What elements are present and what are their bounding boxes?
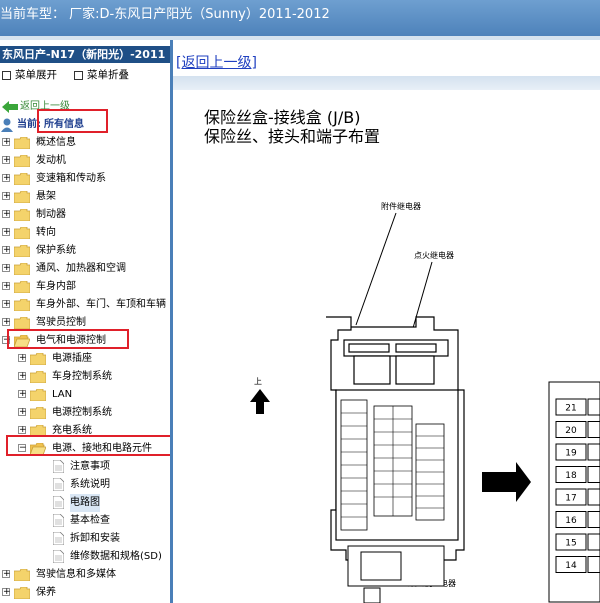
top-bar: 当前车型： 厂家:D-东风日产阳光（Sunny）2011-2012 (0, 0, 600, 40)
highlight-current (37, 109, 108, 133)
up-arrow-icon (250, 389, 270, 414)
expand-toggle-icon[interactable]: + (18, 372, 27, 381)
expand-toggle-icon[interactable]: + (2, 264, 11, 273)
diagram-title-1: 保险丝盒-接线盒 (J/B) (204, 108, 360, 127)
fuse-cell-slot (587, 466, 600, 483)
fuse-number: 14 (565, 561, 577, 571)
fuse-number: 17 (565, 494, 576, 504)
fuse-cell-slot (587, 511, 600, 528)
expand-toggle-icon[interactable]: + (2, 210, 11, 219)
fuse-cell-slot (587, 488, 600, 506)
highlight-electrical (7, 329, 129, 349)
expand-toggle-icon[interactable]: + (2, 156, 11, 165)
fuse-cell-slot (587, 398, 600, 416)
diagram-title-2: 保险丝、接头和端子布置 (204, 127, 380, 146)
back-arrow-icon (2, 101, 18, 113)
expand-toggle-icon[interactable]: + (18, 426, 27, 435)
fuse-box-diagram: 保险丝盒-接线盒 (J/B) 保险丝、接头和端子布置 附件继电器 点火继电器 鼓… (204, 108, 600, 603)
fuse-number: 16 (565, 516, 577, 526)
expand-toggle-icon[interactable]: + (2, 174, 11, 183)
pointer-arrow-icon (482, 462, 531, 502)
expand-toggle-icon[interactable]: + (18, 354, 27, 363)
expand-toggle-icon[interactable]: + (2, 570, 11, 579)
fuse-cell-slot (587, 421, 600, 438)
fuse-cell-slot (587, 443, 600, 461)
expand-toggle-icon[interactable]: + (2, 588, 11, 597)
fuse-number: 18 (565, 471, 577, 481)
ignition-relay-label: 点火继电器 (414, 250, 454, 260)
menu-collapse-button[interactable]: 菜单折叠 (74, 67, 129, 82)
fuse-number: 15 (565, 539, 576, 549)
fuse-number: 19 (565, 449, 577, 459)
expand-icon (2, 70, 11, 80)
expand-toggle-icon[interactable]: + (18, 408, 27, 417)
expand-toggle-icon[interactable]: + (2, 300, 11, 309)
vehicle-title: 当前车型： 厂家:D-东风日产阳光（Sunny）2011-2012 (0, 7, 330, 22)
accessory-relay-label: 附件继电器 (381, 201, 421, 211)
fuse-number: 20 (565, 426, 577, 436)
collapse-icon (74, 70, 83, 80)
up-label: 上 (254, 377, 262, 386)
user-icon (1, 118, 13, 132)
fuse-cell-slot (587, 533, 600, 551)
back-link[interactable]: [返回上一级] (176, 52, 257, 72)
menu-expand-button[interactable]: 菜单展开 (2, 67, 57, 82)
expand-toggle-icon[interactable]: + (2, 192, 11, 201)
sidebar: 东风日产-N17（新阳光）-2011 菜单展开 菜单折叠 返回上一级 当前: 所… (0, 40, 173, 603)
highlight-power-ground (6, 435, 170, 456)
expand-toggle-icon[interactable]: + (2, 318, 11, 327)
expand-toggle-icon[interactable]: + (2, 246, 11, 255)
expand-toggle-icon[interactable]: + (2, 228, 11, 237)
sidebar-title: 东风日产-N17（新阳光）-2011 (0, 46, 170, 63)
expand-toggle-icon[interactable]: + (18, 390, 27, 399)
main-panel: [返回上一级] 保险丝盒-接线盒 (J/B) 保险丝、接头和端子布置 附件继电器… (173, 40, 600, 603)
fuse-number: 21 (565, 404, 576, 414)
fuse-cell-slot (587, 556, 600, 573)
expand-toggle-icon[interactable]: + (2, 282, 11, 291)
expand-toggle-icon[interactable]: + (2, 138, 11, 147)
panel-strip (173, 76, 600, 90)
